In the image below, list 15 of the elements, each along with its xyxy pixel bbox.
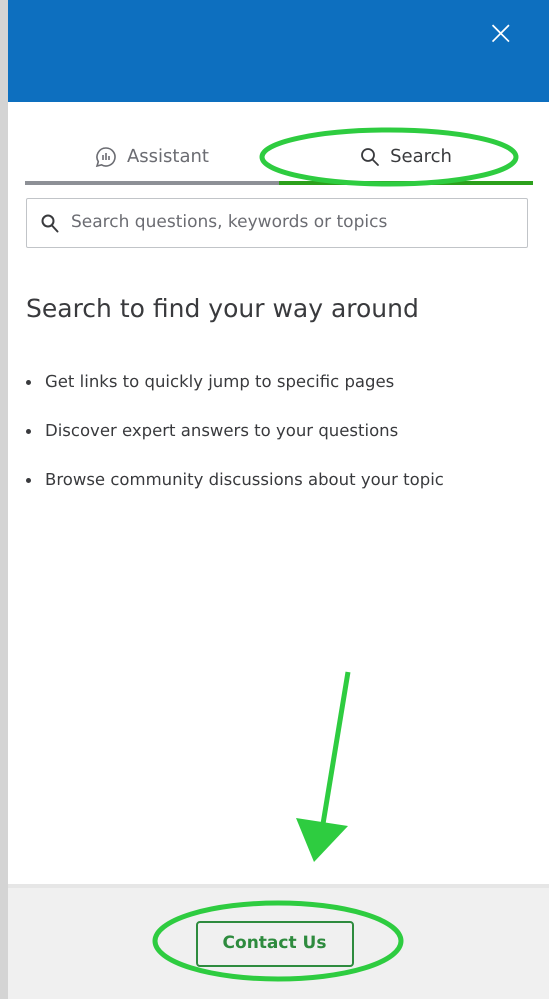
search-icon xyxy=(41,214,59,233)
section-heading: Search to find your way around xyxy=(26,294,420,324)
tab[interactable]: Search xyxy=(279,132,533,185)
bullet-dot xyxy=(26,429,31,434)
search-icon xyxy=(360,146,380,166)
close-button[interactable]: × xyxy=(482,16,519,50)
bullet-text: Get links to quickly jump to specific pages xyxy=(45,371,394,394)
bullet-dot xyxy=(26,380,31,385)
bullet-text: Discover expert answers to your questions xyxy=(45,420,398,442)
chat-bubble-icon xyxy=(94,146,117,168)
search-field[interactable]: Search questions, keywords or topics xyxy=(26,198,528,248)
tab[interactable]: Assistant xyxy=(25,132,279,185)
contact-us-button[interactable]: Contact Us xyxy=(196,921,354,967)
bullet-dot xyxy=(26,478,31,483)
bullet-text: Browse community discussions about your topic xyxy=(45,469,444,492)
